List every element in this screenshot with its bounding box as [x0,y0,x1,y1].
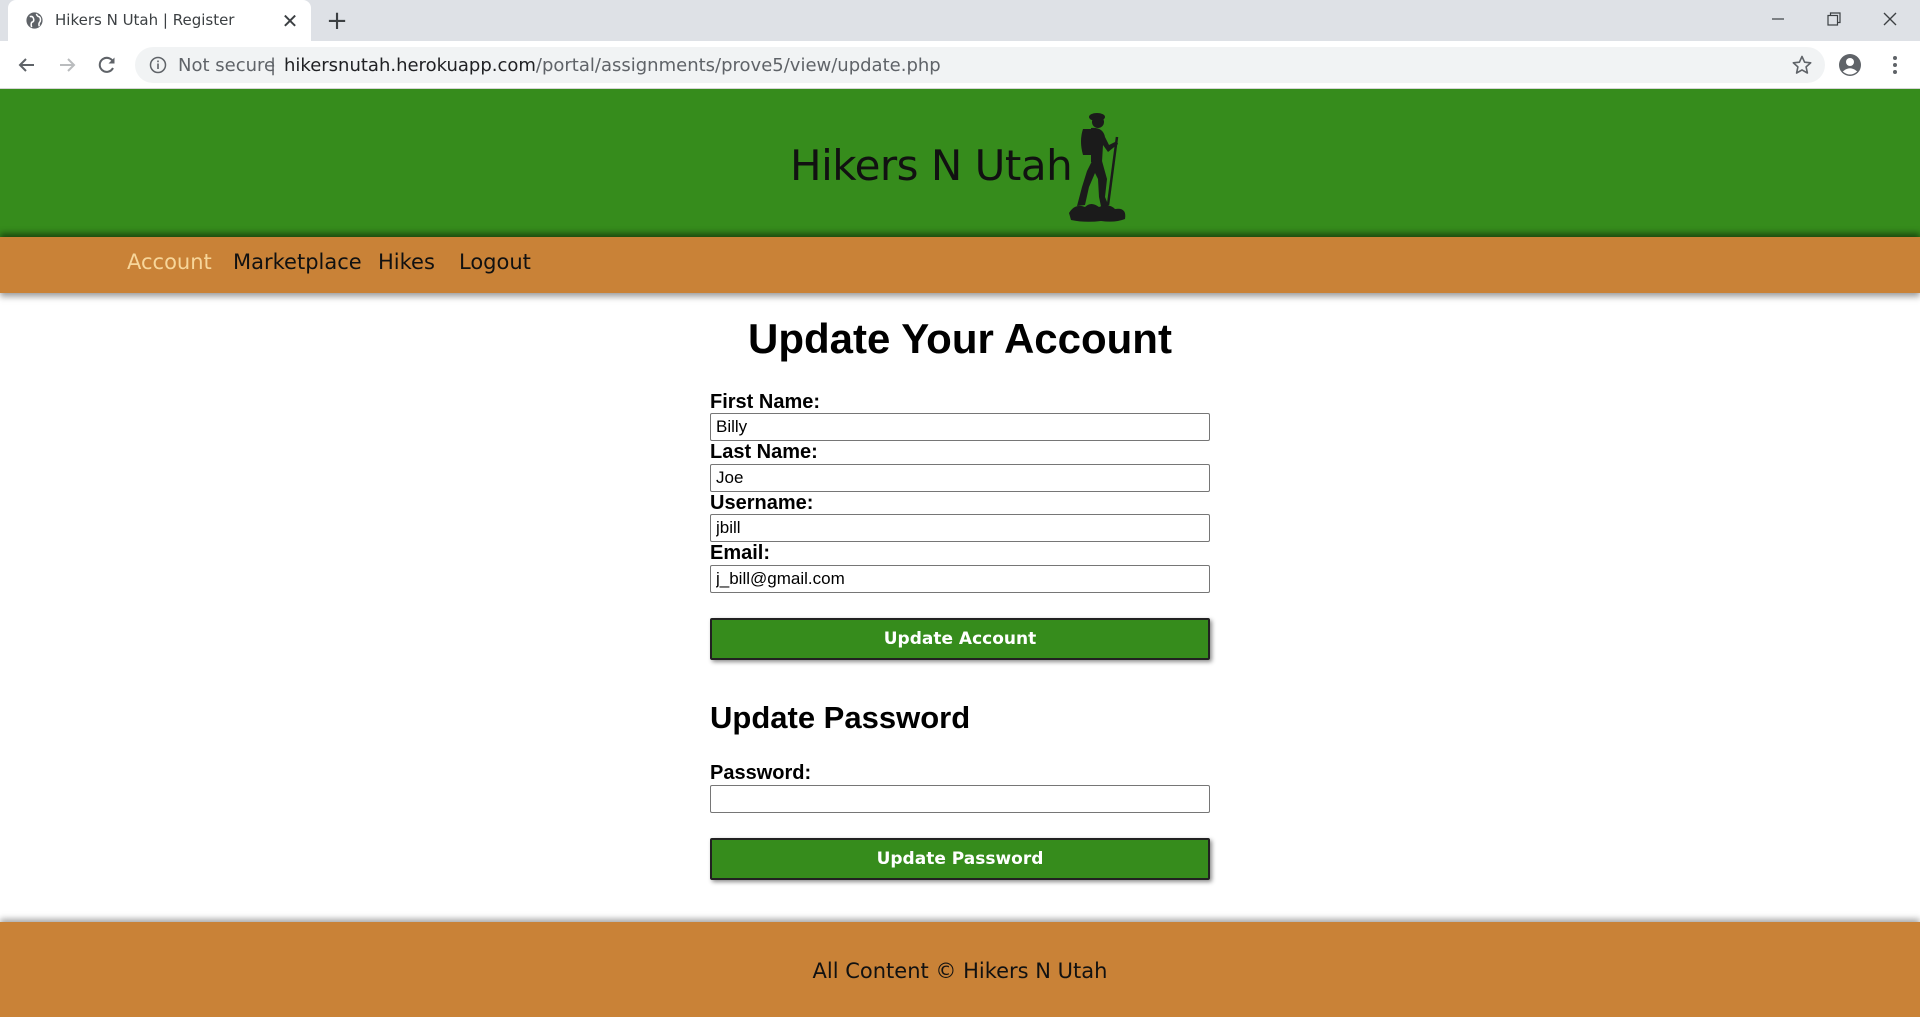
url-path: /portal/assignments/prove5/view/update.p… [535,55,941,76]
url-host: hikersnutah.herokuapp.com [284,55,536,76]
close-tab-icon[interactable]: ✕ [279,10,301,32]
update-password-heading: Update Password [710,700,971,735]
username-label: Username: [710,492,814,514]
site-title[interactable]: Hikers N Utah [790,141,1073,190]
footer-copyright: All Content © Hikers N Utah [812,959,1108,983]
site-header: Hikers N Utah [0,89,1920,237]
info-icon[interactable] [149,56,167,74]
url-text[interactable]: hikersnutah.herokuapp.com/portal/assignm… [284,55,941,76]
username-field[interactable] [710,514,1210,542]
globe-icon [26,12,43,29]
profile-avatar-icon[interactable] [1837,52,1863,78]
minimize-window-icon[interactable] [1750,0,1806,38]
update-account-button[interactable]: Update Account [710,618,1210,660]
back-arrow-icon[interactable] [14,52,40,78]
new-tab-icon[interactable]: + [323,7,351,35]
bookmark-star-icon[interactable] [1791,54,1813,76]
last-name-label: Last Name: [710,441,818,463]
address-bar[interactable]: Not secure | hikersnutah.herokuapp.com/p… [135,47,1825,83]
address-separator: | [270,55,277,76]
first-name-label: First Name: [710,391,821,413]
main-nav: Account Marketplace Hikes Logout [0,237,1920,293]
password-field[interactable] [710,785,1210,813]
email-label: Email: [710,542,771,564]
security-status: Not secure [178,55,276,76]
update-password-button[interactable]: Update Password [710,838,1210,880]
nav-item-account[interactable]: Account [127,250,212,274]
site-footer: All Content © Hikers N Utah [0,922,1920,1017]
first-name-field[interactable] [710,413,1210,441]
nav-item-logout[interactable]: Logout [459,250,531,274]
page-title: Update Your Account [748,315,1172,362]
tab-title: Hikers N Utah | Register [55,11,235,29]
browser-tab-strip: Hikers N Utah | Register ✕ + [0,0,1920,41]
kebab-menu-icon[interactable] [1882,52,1908,78]
reload-icon[interactable] [94,52,120,78]
browser-toolbar: Not secure | hikersnutah.herokuapp.com/p… [0,41,1920,89]
nav-item-marketplace[interactable]: Marketplace [233,250,362,274]
restore-window-icon[interactable] [1806,0,1862,38]
nav-item-hikes[interactable]: Hikes [378,250,435,274]
password-label: Password: [710,762,812,784]
hiker-silhouette-icon [1069,113,1126,222]
forward-arrow-icon[interactable] [54,52,80,78]
close-window-icon[interactable] [1862,0,1918,38]
browser-tab[interactable]: Hikers N Utah | Register ✕ [8,0,311,41]
email-field[interactable] [710,565,1210,593]
last-name-field[interactable] [710,464,1210,492]
